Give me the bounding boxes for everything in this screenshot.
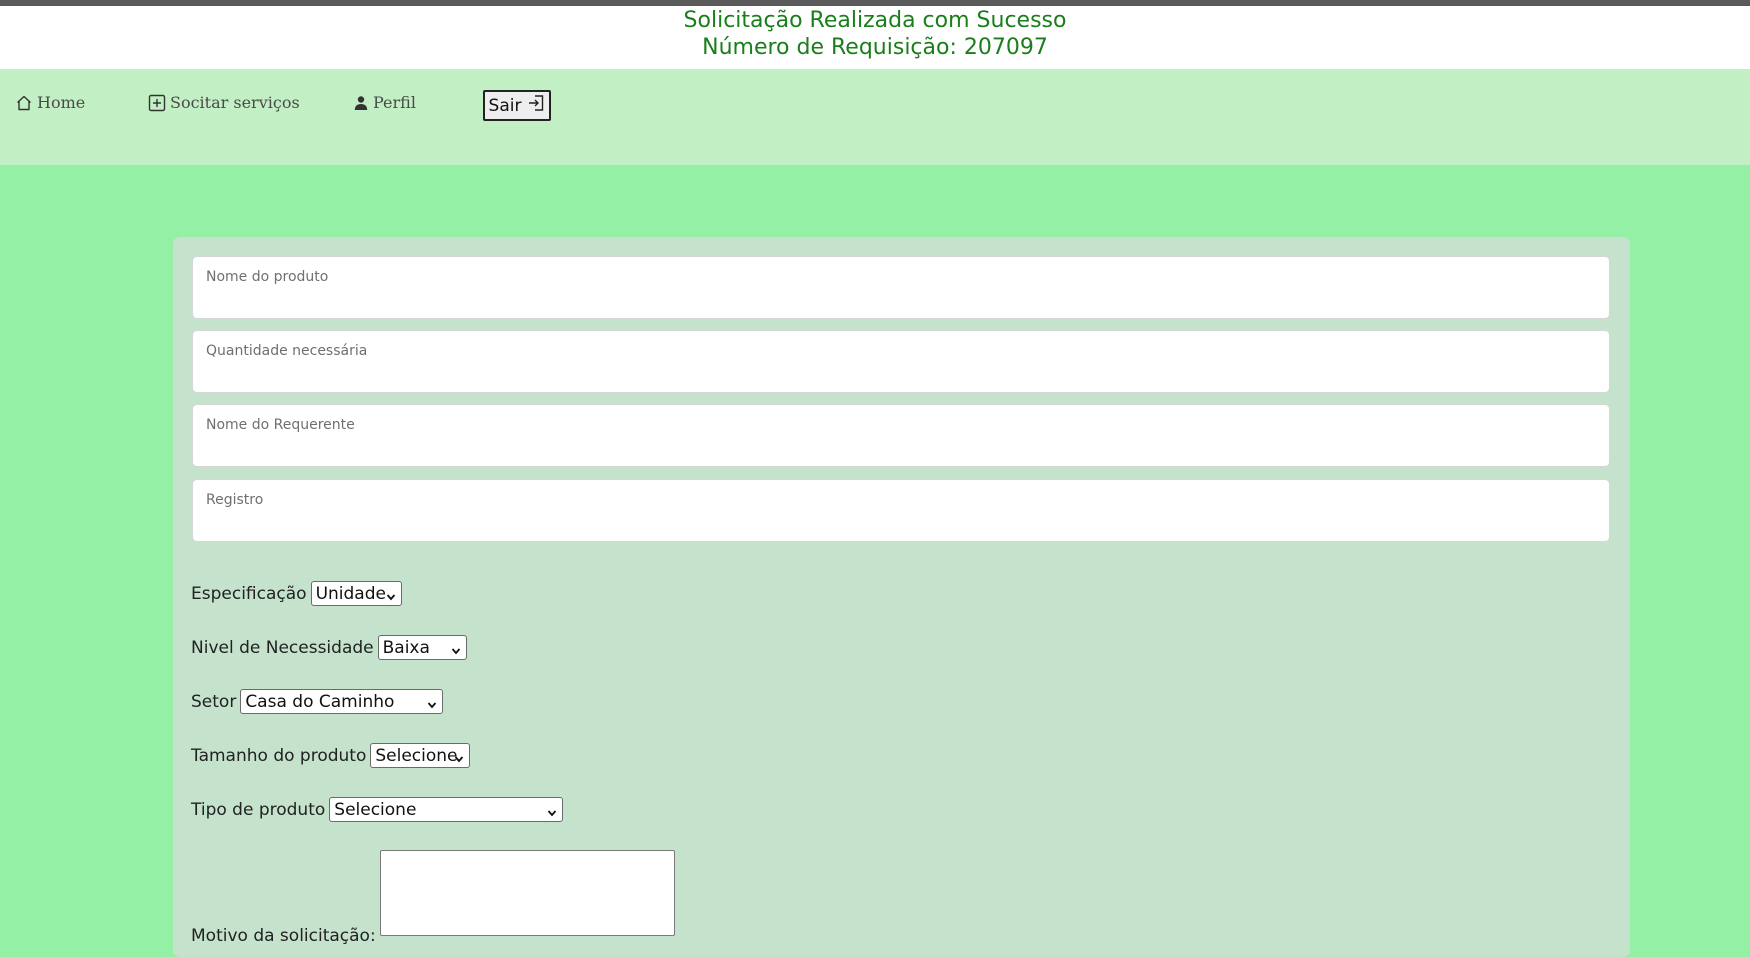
registry-placeholder: Registro [206,492,264,508]
type-select[interactable]: Selecione [329,797,564,823]
size-row: Tamanho do produto Selecione [191,743,471,769]
product-name-placeholder: Nome do produto [206,269,329,285]
specification-select[interactable]: Unidade [310,581,402,607]
home-icon [15,94,33,112]
need-level-label: Nivel de Necessidade [191,637,374,658]
size-select[interactable]: Selecione [370,743,471,769]
quantity-input[interactable]: Quantidade necessária [192,330,1610,393]
chevron-down-icon [427,695,437,715]
reason-row: Motivo da solicitação: [191,850,675,946]
size-label: Tamanho do produto [191,745,367,766]
need-level-row: Nivel de Necessidade Baixa [191,635,467,660]
chevron-down-icon [386,587,396,607]
need-level-value: Baixa [382,637,430,658]
sign-in-icon [527,94,545,117]
sector-label: Setor [191,691,237,712]
reason-label: Motivo da solicitação: [191,926,376,946]
nav-request-label: Socitar serviços [170,93,300,112]
type-label: Tipo de produto [191,799,326,820]
chevron-down-icon [451,641,461,661]
chevron-down-icon [454,749,464,769]
request-number: Número de Requisição: 207097 [702,35,1048,60]
quantity-placeholder: Quantidade necessária [206,343,368,359]
nav-home[interactable]: Home [15,93,85,112]
person-icon [353,95,369,111]
specification-row: Especificação Unidade [191,581,402,606]
navbar: Home Socitar serviços Perfil [0,69,1750,165]
nav-profile[interactable]: Perfil [353,93,416,112]
logout-label: Sair [488,95,522,116]
nav-profile-label: Perfil [373,93,416,112]
specification-value: Unidade [315,583,386,604]
type-value: Selecione [334,799,417,820]
requester-name-input[interactable]: Nome do Requerente [192,404,1610,467]
type-row: Tipo de produto Selecione [191,797,564,823]
logout-button[interactable]: Sair [483,90,551,121]
request-form: Nome do produto Quantidade necessária No… [173,237,1630,957]
sector-row: Setor Casa do Caminho [191,689,444,715]
size-value: Selecione [375,745,458,766]
success-banner: Solicitação Realizada com Sucesso Número… [0,6,1750,70]
requester-placeholder: Nome do Requerente [206,417,355,433]
nav-request-services[interactable]: Socitar serviços [148,93,300,112]
plus-square-icon [148,94,166,112]
sector-select[interactable]: Casa do Caminho [240,689,444,715]
success-message: Solicitação Realizada com Sucesso [683,8,1067,33]
need-level-select[interactable]: Baixa [377,635,467,661]
specification-label: Especificação [191,583,307,604]
nav-home-label: Home [37,93,86,112]
chevron-down-icon [547,803,557,823]
product-name-input[interactable]: Nome do produto [192,256,1610,319]
registry-input[interactable]: Registro [192,479,1610,542]
sector-value: Casa do Caminho [245,691,395,712]
reason-textarea[interactable] [379,850,675,936]
